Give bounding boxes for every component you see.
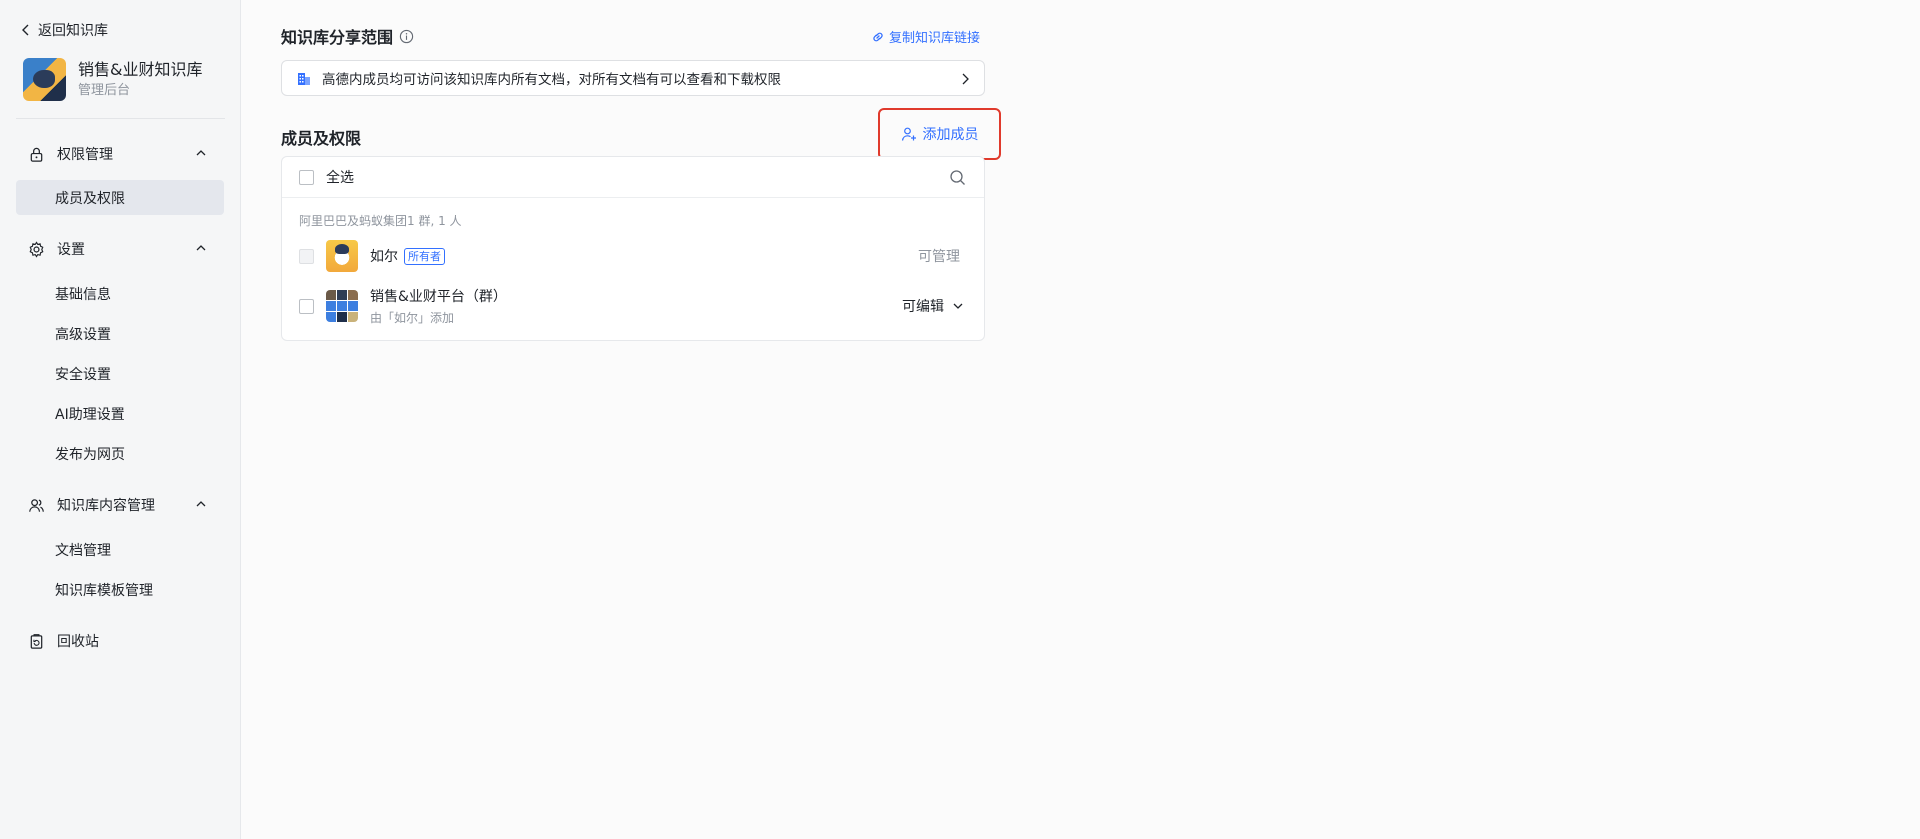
select-all-label: 全选 (326, 170, 354, 186)
sidebar-item-members-permissions[interactable]: 成员及权限 (16, 180, 224, 215)
sidebar: 返回知识库 销售&业财知识库 管理后台 权限管理 成员及权限 设置 基础信息 高… (0, 0, 241, 839)
member-name: 如尔 (370, 249, 398, 265)
link-icon (873, 32, 883, 41)
member-checkbox[interactable] (299, 298, 314, 314)
sidebar-item-label: 发布为网页 (55, 446, 125, 463)
permission-label: 可管理 (918, 249, 960, 265)
recycle-bin-label: 回收站 (57, 634, 99, 650)
sidebar-item-label: 成员及权限 (55, 190, 125, 207)
nav-group-label: 知识库内容管理 (57, 498, 155, 514)
lock-icon (27, 145, 45, 163)
recycle-bin-icon (27, 632, 45, 650)
add-member-label: 添加成员 (922, 127, 979, 143)
org-group-caption: 阿里巴巴及蚂蚁集团1 群, 1 人 (299, 214, 462, 228)
permission-dropdown[interactable]: 可编辑 (902, 296, 964, 316)
permission-value: 可编辑 (902, 299, 944, 315)
gear-icon (27, 240, 45, 258)
avatar (326, 240, 358, 272)
kb-subtitle: 管理后台 (78, 82, 131, 98)
owner-badge: 所有者 (404, 247, 445, 265)
back-label: 返回知识库 (38, 23, 108, 39)
sidebar-item-advanced-settings[interactable]: 高级设置 (16, 316, 224, 351)
info-icon[interactable] (399, 29, 414, 44)
members-heading: 成员及权限 (281, 129, 362, 148)
share-scope-selector[interactable]: 高德内成员均可访问该知识库内所有文档，对所有文档有可以查看和下载权限 (281, 60, 985, 96)
sidebar-item-publish-web[interactable]: 发布为网页 (16, 436, 224, 471)
sidebar-item-basic-info[interactable]: 基础信息 (16, 276, 224, 311)
sidebar-item-template-management[interactable]: 知识库模板管理 (16, 572, 224, 607)
chevron-left-icon (22, 24, 29, 36)
sidebar-item-security-settings[interactable]: 安全设置 (16, 356, 224, 391)
sidebar-item-label: AI助理设置 (55, 406, 125, 423)
member-row: 销售&业财平台（群） 由「如尔」添加 可编辑 (282, 286, 984, 326)
member-row: 如尔 所有者 可管理 (282, 239, 984, 273)
sidebar-item-label: 安全设置 (55, 366, 111, 383)
sidebar-divider (16, 118, 225, 119)
sidebar-item-label: 高级设置 (55, 326, 111, 343)
members-panel: 全选 阿里巴巴及蚂蚁集团1 群, 1 人 如尔 所有者 可管理 销售&业财平台（… (281, 156, 985, 341)
sidebar-item-ai-assistant-settings[interactable]: AI助理设置 (16, 396, 224, 431)
search-icon[interactable] (949, 169, 966, 186)
chevron-up-icon (196, 501, 206, 507)
nav-group-permissions[interactable]: 权限管理 (16, 138, 225, 170)
chevron-right-icon (962, 73, 969, 85)
chevron-up-icon (196, 245, 206, 251)
chevron-up-icon (196, 150, 206, 156)
sidebar-item-recycle-bin[interactable]: 回收站 (16, 625, 225, 657)
sidebar-item-label: 文档管理 (55, 542, 111, 559)
share-scope-title: 知识库分享范围 (281, 28, 394, 47)
copy-link-label: 复制知识库链接 (888, 31, 980, 46)
nav-group-label: 权限管理 (57, 147, 113, 163)
sidebar-item-label: 知识库模板管理 (55, 582, 153, 599)
building-icon (298, 73, 310, 85)
users-icon (27, 496, 45, 514)
nav-group-content-management[interactable]: 知识库内容管理 (16, 489, 225, 521)
share-scope-heading: 知识库分享范围 (281, 24, 414, 48)
member-name: 销售&业财平台（群） (370, 289, 507, 305)
group-avatar (326, 290, 358, 322)
sidebar-item-doc-management[interactable]: 文档管理 (16, 532, 224, 567)
sidebar-item-label: 基础信息 (55, 286, 111, 303)
back-to-kb-link[interactable]: 返回知识库 (20, 20, 108, 40)
copy-kb-link[interactable]: 复制知识库链接 (871, 27, 980, 46)
add-user-icon (901, 127, 916, 141)
member-added-by: 由「如尔」添加 (370, 311, 455, 325)
kb-logo (23, 58, 66, 101)
members-panel-header: 全选 (282, 157, 984, 198)
chevron-down-icon (953, 303, 963, 309)
add-member-button[interactable]: 添加成员 (878, 108, 1001, 160)
nav-group-label: 设置 (57, 242, 85, 258)
kb-header: 销售&业财知识库 管理后台 (23, 58, 202, 101)
member-checkbox (299, 248, 314, 264)
kb-title: 销售&业财知识库 (78, 59, 203, 79)
share-scope-text: 高德内成员均可访问该知识库内所有文档，对所有文档有可以查看和下载权限 (322, 72, 781, 88)
select-all-checkbox[interactable] (299, 169, 314, 185)
nav-group-settings[interactable]: 设置 (16, 233, 225, 265)
